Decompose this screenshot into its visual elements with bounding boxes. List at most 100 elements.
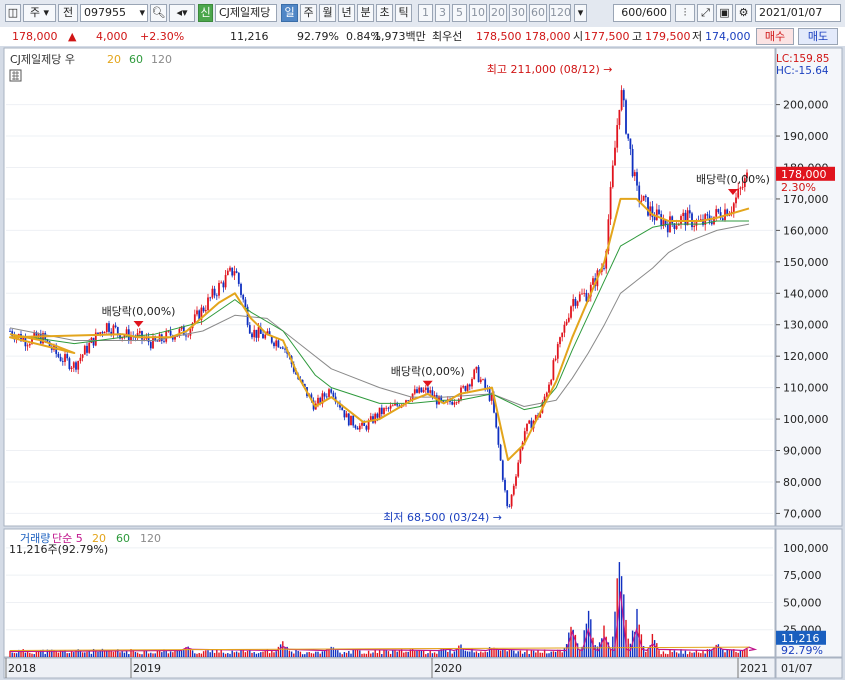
period-tab-3[interactable]: 년 [338,4,355,22]
volume-bar [235,651,238,657]
high-annotation: 최고 211,000 (08/12) → [487,63,613,76]
sell-button[interactable]: 매도 [798,28,838,45]
volume-bar [308,651,310,657]
volume-bar [482,652,484,657]
volume-bar [341,654,343,657]
candle-body [332,392,335,397]
volume-bar [396,651,398,657]
volume-bar [660,654,662,657]
candle-body [9,331,11,332]
candle-body [26,345,29,347]
stock-name-field[interactable]: CJ제일제당 [215,4,277,22]
candle-body [211,288,214,298]
candle-body [143,338,146,340]
period-tab-6[interactable]: 틱 [395,4,412,22]
candle-body [68,358,71,369]
volume-bar [585,623,588,657]
candle-body [490,394,493,401]
candle-body [273,342,275,347]
volume-bar [297,650,299,657]
candle-body [686,210,689,226]
candle-body [684,212,687,226]
volume-bar [693,652,695,657]
volume-tick-label-2: 75,000 [783,569,822,582]
save-icon[interactable]: ▣ [716,4,733,22]
data-count-field[interactable]: 600/600 [613,4,671,22]
candle-body [83,345,86,355]
chevron-down-icon[interactable]: ▾ [139,5,145,21]
volume-bar [139,653,141,657]
candle-body [257,327,260,338]
mode-button[interactable]: 전 [58,4,78,22]
volume-bar [293,653,295,657]
candle-body [451,401,454,405]
candle-body [105,323,108,333]
volume-bar [726,650,728,657]
high-price: 179,500 [645,30,691,43]
candle-icon[interactable]: ⫶ [675,4,695,22]
volume-bar [561,652,563,657]
interval-button-1[interactable]: 1 [418,4,433,22]
best-ask: 178,500 [476,30,522,43]
date-field[interactable]: 2021/01/07 [755,4,841,22]
candle-body [156,340,159,342]
gear-icon[interactable]: ⚙ [735,4,752,22]
volume-bar [260,652,262,657]
volume-bar [156,651,159,657]
period-tab-2[interactable]: 월 [319,4,336,22]
volume-bar [183,649,185,657]
volume-bar [334,649,337,657]
interval-button-120[interactable]: 120 [549,4,571,22]
volume-bar [57,652,60,657]
volume-bar [722,649,724,657]
volume-bar [68,653,71,657]
volume-bar [198,652,200,657]
volume-bar [458,645,460,657]
volume-bar [284,647,286,657]
volume-bar [207,650,209,657]
volume-bar [13,653,16,657]
interval-button-10[interactable]: 10 [469,4,487,22]
period-tab-0[interactable]: 일 [281,4,298,22]
search-icon[interactable]: 🔍︎ [150,4,167,22]
volume-bar [205,650,207,657]
volume-subtitle: 11,216주(92.79%) [9,543,108,556]
speaker-icon[interactable]: ◂▾ [169,4,195,22]
period-tab-4[interactable]: 분 [357,4,374,22]
candle-body [578,294,581,302]
candle-body [229,267,231,271]
buy-button[interactable]: 매수 [756,28,794,45]
volume-bar [431,653,434,657]
period-tab-1[interactable]: 주 [300,4,317,22]
interval-button-20[interactable]: 20 [489,4,507,22]
period-tab-5[interactable]: 초 [376,4,393,22]
price-tick-label-10: 170,000 [783,193,829,206]
stock-code-input[interactable]: 097955 ▾ [80,4,148,22]
open-label: 시 [573,30,584,43]
candle-body [251,333,253,338]
interval-button-30[interactable]: 30 [509,4,527,22]
time-tick-label-0: 2018 [8,662,36,675]
volume-bar [356,649,359,657]
market-select[interactable]: 주 ▾ [23,4,56,22]
price-panel[interactable] [3,47,776,527]
candle-body [422,389,425,393]
interval-dropdown[interactable]: ▾ [574,4,587,22]
volume-bar [304,654,306,657]
volume-bar [290,651,293,657]
interval-button-3[interactable]: 3 [435,4,450,22]
candle-body [682,212,685,217]
trend-icon[interactable]: ⤢ [697,4,714,22]
interval-button-5[interactable]: 5 [452,4,467,22]
volume-bar [475,651,478,657]
chart-type-icon[interactable]: ◫ [5,4,21,22]
volume-bar [530,650,533,657]
stock-chart[interactable]: 70,000 80,000 90,000 100,000 110,000 120,000 1… [0,46,845,680]
interval-button-60[interactable]: 60 [529,4,547,22]
candle-body [515,476,517,486]
volume-bar [246,650,249,657]
candle-body [209,297,212,299]
candle-body [737,188,740,198]
candle-body [374,413,377,423]
volume-bar [746,649,748,657]
